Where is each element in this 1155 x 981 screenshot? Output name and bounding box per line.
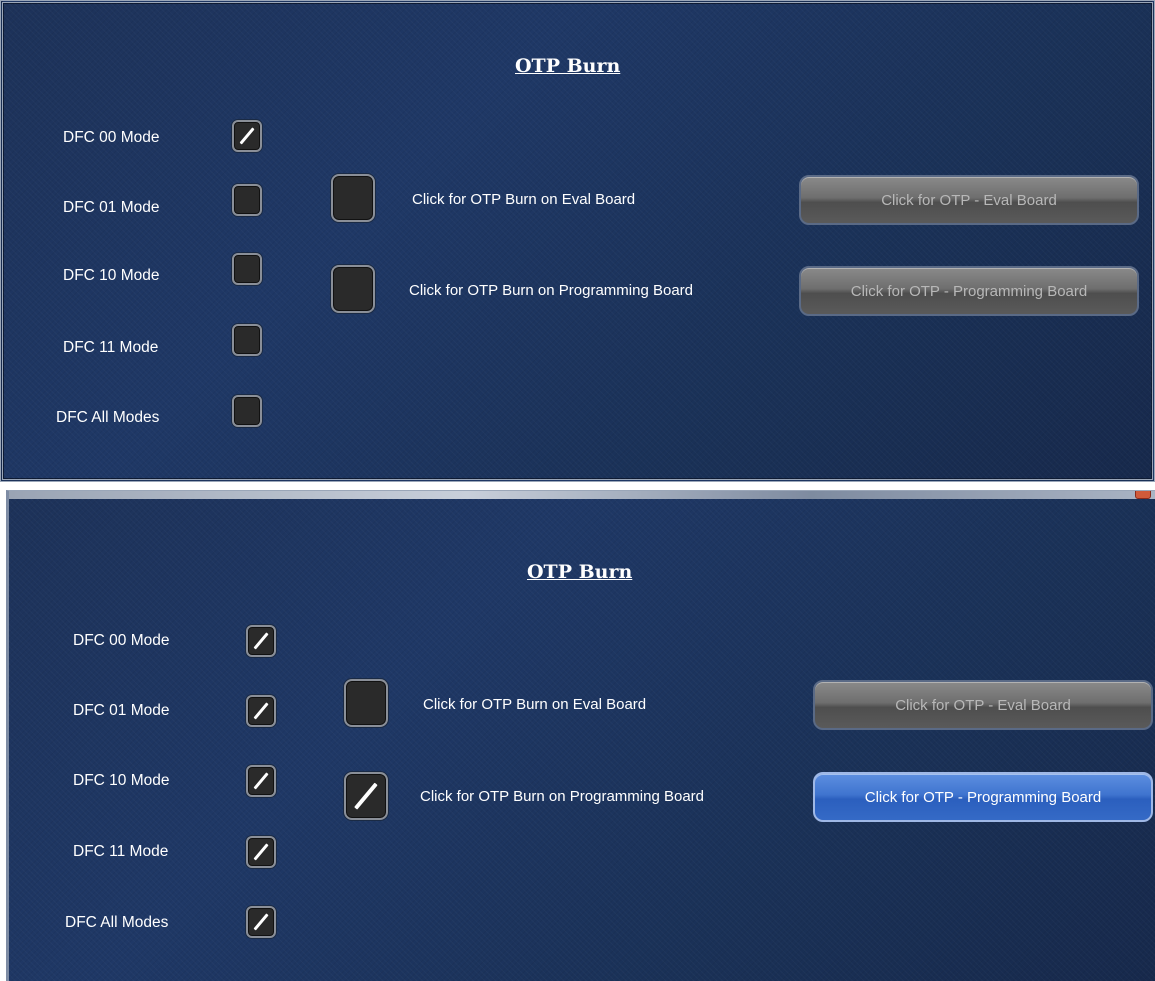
otp-programming-board-label: Click for OTP Burn on Programming Board [409,282,693,299]
dfc-00-mode-checkbox[interactable] [232,120,262,152]
dfc-11-mode-checkbox[interactable] [246,836,276,868]
window-title-strip [9,491,1155,499]
otp-programming-board-button[interactable]: Click for OTP - Programming Board [799,266,1139,316]
otp-burn-panel-after: OTP Burn DFC 00 Mode DFC 01 Mode DFC 10 … [6,490,1155,981]
mode-label-dfc-10: DFC 10 Mode [73,772,170,789]
mode-label-dfc-00: DFC 00 Mode [73,632,170,649]
dfc-all-modes-checkbox[interactable] [246,906,276,938]
otp-eval-board-checkbox[interactable] [331,174,375,222]
otp-eval-board-label: Click for OTP Burn on Eval Board [412,191,636,208]
mode-label-dfc-11: DFC 11 Mode [63,339,159,356]
close-icon[interactable] [1135,491,1151,499]
otp-programming-board-checkbox[interactable] [344,772,388,820]
dfc-01-mode-checkbox[interactable] [232,184,262,216]
panel-title: OTP Burn [515,55,621,77]
dfc-10-mode-checkbox[interactable] [232,253,262,285]
dfc-11-mode-checkbox[interactable] [232,324,262,356]
otp-eval-board-checkbox[interactable] [344,679,388,727]
mode-label-dfc-01: DFC 01 Mode [73,702,170,719]
dfc-10-mode-checkbox[interactable] [246,765,276,797]
otp-eval-board-label: Click for OTP Burn on Eval Board [423,696,647,713]
mode-label-dfc-11: DFC 11 Mode [73,843,169,860]
mode-label-dfc-all: DFC All Modes [65,914,169,931]
otp-burn-panel-before: OTP Burn DFC 00 Mode DFC 01 Mode DFC 10 … [0,0,1155,482]
otp-programming-board-label: Click for OTP Burn on Programming Board [420,788,704,805]
mode-label-dfc-00: DFC 00 Mode [63,129,160,146]
mode-label-dfc-01: DFC 01 Mode [63,199,160,216]
mode-label-dfc-10: DFC 10 Mode [63,267,160,284]
mode-label-dfc-all: DFC All Modes [56,409,160,426]
dfc-all-modes-checkbox[interactable] [232,395,262,427]
otp-programming-board-button[interactable]: Click for OTP - Programming Board [813,772,1153,822]
otp-eval-board-button[interactable]: Click for OTP - Eval Board [799,175,1139,225]
otp-programming-board-checkbox[interactable] [331,265,375,313]
otp-eval-board-button[interactable]: Click for OTP - Eval Board [813,680,1153,730]
panel-title: OTP Burn [527,561,633,583]
dfc-01-mode-checkbox[interactable] [246,695,276,727]
dfc-00-mode-checkbox[interactable] [246,625,276,657]
